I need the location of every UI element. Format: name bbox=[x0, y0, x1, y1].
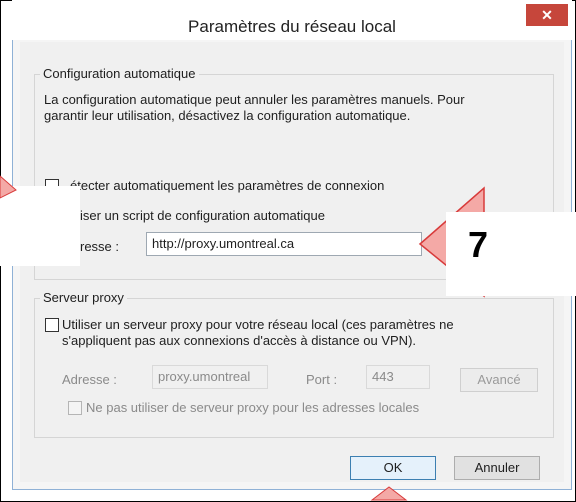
use-script-label: iser un script de configuration automati… bbox=[80, 208, 325, 223]
proxy-server-legend: Serveur proxy bbox=[40, 290, 127, 305]
script-address-label: resse : bbox=[80, 239, 120, 254]
proxy-port-label: Port : bbox=[306, 372, 338, 387]
use-proxy-label-line1: Utiliser un serveur proxy pour votre rés… bbox=[62, 317, 454, 332]
advanced-button[interactable]: Avancé bbox=[460, 368, 538, 392]
bypass-local-label: Ne pas utiliser de serveur proxy pour le… bbox=[86, 400, 420, 415]
left-occlusion-patch bbox=[0, 186, 80, 266]
close-button[interactable]: ✕ bbox=[526, 4, 568, 26]
proxy-address-label: Adresse : bbox=[62, 372, 117, 387]
ok-button[interactable]: OK bbox=[350, 456, 436, 480]
auto-config-legend: Configuration automatique bbox=[40, 66, 199, 81]
auto-config-description-line1: La configuration automatique peut annule… bbox=[44, 92, 465, 107]
title-bar: Paramètres du réseau local ✕ bbox=[12, 0, 572, 40]
close-icon: ✕ bbox=[541, 7, 553, 23]
cancel-button[interactable]: Annuler bbox=[454, 456, 540, 480]
script-address-input[interactable]: http://proxy.umontreal.ca bbox=[146, 232, 422, 256]
use-proxy-label-line2: s'appliquent pas aux connexions d'accès … bbox=[62, 333, 417, 348]
bypass-local-checkbox[interactable] bbox=[68, 401, 82, 415]
proxy-port-input[interactable]: 443 bbox=[366, 365, 430, 389]
detect-settings-label: étecter automatiquement les paramètres d… bbox=[70, 178, 385, 193]
step-number-badge: 7 bbox=[468, 224, 489, 265]
auto-config-description-line2: garantir leur utilisation, désactivez la… bbox=[44, 108, 411, 123]
window-title: Paramètres du réseau local bbox=[188, 17, 396, 36]
proxy-address-input[interactable]: proxy.umontreal bbox=[152, 365, 268, 389]
use-proxy-checkbox[interactable] bbox=[45, 318, 59, 332]
right-occlusion-patch bbox=[446, 212, 576, 296]
